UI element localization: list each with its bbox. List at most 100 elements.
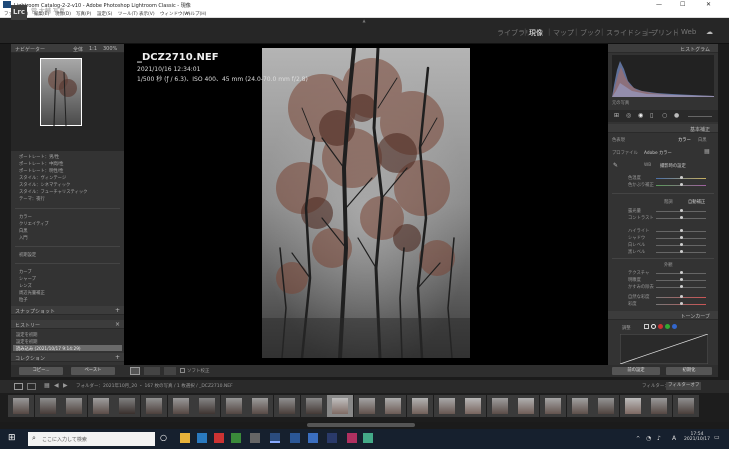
module-print[interactable]: プリント: [651, 28, 679, 38]
filmstrip-thumb[interactable]: [486, 395, 513, 417]
filmstrip-thumb[interactable]: [566, 395, 593, 417]
filmstrip-thumb[interactable]: [460, 395, 487, 417]
photos-icon[interactable]: [308, 433, 318, 443]
filmstrip-thumb[interactable]: [8, 395, 34, 417]
contrast-slider[interactable]: [680, 216, 683, 219]
filmstrip-thumb[interactable]: [619, 395, 646, 417]
filmstrip-thumb[interactable]: [194, 395, 221, 417]
menu-help[interactable]: ヘルプ(H): [186, 11, 206, 17]
reset-button[interactable]: 初期化: [666, 367, 712, 375]
ime-indicator[interactable]: A: [672, 435, 676, 442]
basic-header[interactable]: 基本補正: [608, 124, 718, 133]
filmstrip-thumb[interactable]: [353, 395, 380, 417]
menu-settings[interactable]: 設定(S): [97, 11, 112, 17]
filmstrip-thumb-selected[interactable]: [327, 395, 354, 417]
filmstrip-thumb[interactable]: [167, 395, 194, 417]
menu-photo[interactable]: 写真(P): [76, 11, 91, 17]
store-icon[interactable]: [197, 433, 207, 443]
preset-group-color[interactable]: カラー: [19, 214, 32, 220]
tint-slider[interactable]: [680, 183, 683, 186]
preset-section[interactable]: 粒子: [19, 297, 28, 303]
filmstrip-thumb[interactable]: [34, 395, 61, 417]
lightroom-taskbar-icon[interactable]: [270, 433, 280, 443]
previous-settings-button[interactable]: 前の設定: [612, 367, 660, 375]
wb-eyedropper-icon[interactable]: ✎: [613, 162, 618, 169]
zoom-300[interactable]: 300%: [103, 46, 117, 52]
navigator-header[interactable]: ナビゲーター 全体 1:1 300%: [11, 44, 124, 53]
taskbar-search[interactable]: ⌕ ここに入力して検索: [28, 432, 155, 446]
cloud-icon[interactable]: ☁: [706, 28, 713, 36]
module-book[interactable]: ブック: [580, 28, 601, 38]
module-map[interactable]: マップ: [553, 28, 574, 38]
main-photo[interactable]: [262, 48, 470, 358]
tone-curve-graph[interactable]: [620, 334, 708, 364]
saturation-slider[interactable]: [680, 302, 683, 305]
whites-slider[interactable]: [680, 243, 683, 246]
main-window-icon[interactable]: [14, 383, 23, 390]
profile-dropdown[interactable]: Adobe カラー: [644, 150, 672, 156]
curve-blue-icon[interactable]: [672, 324, 677, 329]
minimize-button[interactable]: —: [656, 1, 662, 8]
before-after-toggle-icon[interactable]: [164, 367, 176, 375]
brush-icon[interactable]: ●: [674, 112, 679, 119]
preset-item[interactable]: ポートレート：男/性: [19, 154, 59, 160]
filmstrip-thumb[interactable]: [61, 395, 88, 417]
app2-icon[interactable]: [347, 433, 357, 443]
navigator-preview[interactable]: [11, 53, 124, 151]
graduated-filter-icon[interactable]: ▯: [650, 112, 653, 119]
before-after-view-icon[interactable]: [144, 367, 160, 375]
copy-button[interactable]: コピー...: [19, 367, 63, 375]
wb-dropdown[interactable]: 撮影時の設定: [660, 163, 686, 169]
preset-item[interactable]: ポートレート：明性/性: [19, 168, 63, 174]
paste-button[interactable]: ペースト: [71, 367, 115, 375]
menu-tools[interactable]: ツール(T): [118, 11, 138, 17]
history-item-selected[interactable]: 読み込み (2021/10/17 9:14:29): [16, 346, 81, 352]
second-window-icon[interactable]: [27, 383, 36, 390]
highlights-slider[interactable]: [680, 229, 683, 232]
filmstrip-thumb[interactable]: [673, 395, 699, 417]
mail-icon[interactable]: [214, 433, 224, 443]
preset-item[interactable]: スタイル：ヴィンテージ: [19, 175, 66, 181]
chrome-icon[interactable]: [363, 433, 373, 443]
filmstrip-thumb[interactable]: [114, 395, 141, 417]
preset-group-basic[interactable]: 入門: [19, 235, 28, 241]
preset-item[interactable]: ポートレート：中間/性: [19, 161, 63, 167]
preset-group-user[interactable]: 初期設定: [19, 252, 36, 258]
red-eye-icon[interactable]: ◉: [638, 112, 643, 119]
filmstrip-thumb[interactable]: [513, 395, 540, 417]
blacks-slider[interactable]: [680, 250, 683, 253]
filmstrip-thumb[interactable]: [646, 395, 673, 417]
treatment-bw[interactable]: 白黒: [698, 137, 707, 143]
menu-view[interactable]: 表示(V): [139, 11, 155, 17]
collections-header[interactable]: コレクション +: [11, 353, 124, 362]
add-collection-icon[interactable]: +: [115, 354, 120, 361]
shadows-slider[interactable]: [680, 236, 683, 239]
curve-green-icon[interactable]: [665, 324, 670, 329]
word-icon[interactable]: [290, 433, 300, 443]
module-web[interactable]: Web: [681, 28, 696, 36]
tray-chevron-icon[interactable]: ^: [636, 436, 640, 442]
vibrance-slider[interactable]: [680, 295, 683, 298]
zoom-fit[interactable]: 全体: [73, 46, 83, 53]
softproof-checkbox[interactable]: [180, 368, 185, 373]
filmstrip-thumb[interactable]: [407, 395, 433, 417]
filmstrip-thumb[interactable]: [141, 395, 167, 417]
preset-group-creative[interactable]: クリエイティブ: [19, 221, 49, 227]
notifications-icon[interactable]: ▭: [714, 434, 720, 441]
grid-view-icon[interactable]: ▦: [44, 382, 50, 389]
curve-red-icon[interactable]: [658, 324, 663, 329]
loupe-view-icon[interactable]: [130, 367, 140, 375]
treatment-color[interactable]: カラー: [678, 137, 691, 143]
preset-section[interactable]: レンズ: [19, 283, 32, 289]
explorer-icon[interactable]: [180, 433, 190, 443]
preset-item[interactable]: スタイル：シネマティック: [19, 182, 70, 188]
close-button[interactable]: ✕: [706, 1, 711, 8]
filter-dropdown[interactable]: フィルターオフ: [666, 382, 702, 390]
maximize-button[interactable]: ☐: [680, 1, 685, 8]
texture-slider[interactable]: [680, 271, 683, 274]
edge-icon[interactable]: [231, 433, 241, 443]
histogram-header[interactable]: ヒストグラム: [608, 44, 718, 53]
filmstrip-thumb[interactable]: [274, 395, 300, 417]
exposure-slider[interactable]: [680, 209, 683, 212]
forward-icon[interactable]: ▶: [63, 382, 68, 389]
